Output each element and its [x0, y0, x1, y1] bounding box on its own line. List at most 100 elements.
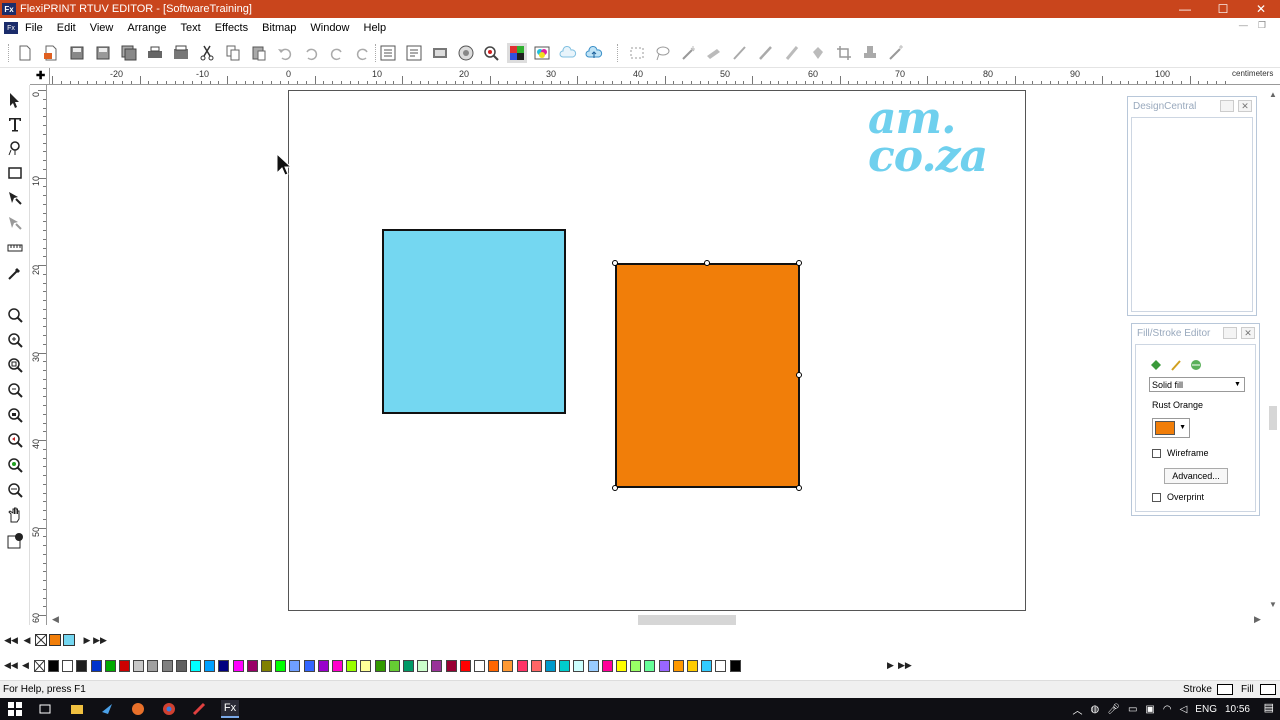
selection-handle-bottom-left[interactable] — [612, 485, 618, 491]
hand-tool-icon[interactable] — [5, 505, 25, 525]
palette-swatch[interactable] — [630, 660, 642, 672]
zoom-object-icon[interactable] — [5, 405, 25, 425]
save-icon[interactable] — [67, 43, 87, 63]
rectangle-tool-icon[interactable] — [5, 163, 25, 183]
palette-swatch[interactable] — [360, 660, 372, 672]
palette-swatch[interactable] — [403, 660, 414, 672]
palette-swatch[interactable] — [119, 660, 130, 672]
import-icon[interactable] — [378, 43, 398, 63]
shape-tool-icon[interactable] — [5, 138, 25, 158]
checkbox-box[interactable] — [1152, 448, 1161, 458]
menu-effects[interactable]: Effects — [208, 22, 255, 34]
text-tool-icon[interactable] — [5, 114, 25, 134]
color-picker-tool-icon[interactable] — [5, 213, 25, 233]
tray-battery-icon[interactable]: ▭ — [1128, 704, 1137, 715]
palette-swatch[interactable] — [133, 660, 145, 672]
cloud-icon[interactable] — [558, 43, 578, 63]
selection-handle-top-left[interactable] — [612, 260, 618, 266]
palette-swatch[interactable] — [147, 660, 159, 672]
rgb-icon[interactable] — [507, 43, 527, 63]
palette-swatch[interactable] — [516, 660, 528, 672]
orange-rectangle-selected[interactable] — [615, 263, 800, 488]
wireframe-checkbox[interactable]: Wireframe — [1152, 448, 1209, 458]
zoom-page-icon[interactable] — [5, 355, 25, 375]
undo-list-icon[interactable] — [301, 43, 321, 63]
paste-icon[interactable] — [249, 43, 269, 63]
tray-mic-icon[interactable]: 🎤︎ — [1107, 704, 1120, 715]
open-icon[interactable] — [41, 43, 61, 63]
panel-minimize-button[interactable] — [1220, 100, 1234, 112]
palette-swatch[interactable] — [573, 660, 585, 672]
palette-swatch[interactable] — [90, 660, 102, 672]
vertical-scroll-thumb[interactable] — [1269, 406, 1277, 430]
brush-icon[interactable] — [782, 43, 802, 63]
palette-swatch[interactable] — [729, 660, 741, 672]
measure-tool-icon[interactable] — [5, 238, 25, 258]
horizontal-scroll-thumb[interactable] — [638, 615, 736, 625]
fill-bucket-icon[interactable] — [1148, 357, 1164, 373]
fill-swatch-tool-icon[interactable] — [5, 531, 25, 551]
stroke-swatch[interactable] — [1217, 684, 1233, 695]
transparency-icon[interactable] — [1188, 357, 1204, 373]
panel-close-button[interactable]: ✕ — [1241, 327, 1255, 339]
pen-icon[interactable] — [730, 43, 750, 63]
panel-minimize-button[interactable] — [1223, 327, 1237, 339]
minimize-button[interactable]: — — [1166, 0, 1204, 18]
palette-next-icon[interactable]: ▶ — [887, 660, 894, 671]
palette-swatch[interactable] — [687, 660, 698, 672]
vertical-scrollbar[interactable]: ▲ ▼ — [1266, 86, 1280, 612]
next-page-icon[interactable]: ▶ — [80, 633, 94, 647]
save-as-icon[interactable] — [93, 43, 113, 63]
scroll-right-icon[interactable]: ▶ — [1254, 614, 1261, 625]
palette-swatch[interactable] — [388, 660, 400, 672]
ruler-origin-corner[interactable]: ✚ — [30, 68, 50, 85]
wand-effect-icon[interactable] — [886, 43, 906, 63]
pencil-icon[interactable] — [756, 43, 776, 63]
palette-swatch[interactable] — [701, 660, 713, 672]
palette-swatch[interactable] — [715, 660, 727, 672]
new-icon[interactable] — [15, 43, 35, 63]
palette-swatch[interactable] — [417, 660, 429, 672]
stroke-pen-icon[interactable] — [1168, 357, 1184, 373]
horizontal-ruler[interactable]: -20 -10 0 10 20 30 40 50 60 70 80 90 100… — [50, 68, 1280, 85]
scroll-down-icon[interactable]: ▼ — [1269, 600, 1277, 609]
palette-swatch[interactable] — [502, 660, 514, 672]
tray-volume-icon[interactable]: ◁ — [1180, 704, 1188, 715]
palette-swatch[interactable] — [488, 660, 500, 672]
palette-swatch[interactable] — [317, 660, 329, 672]
cloud-upload-icon[interactable] — [584, 43, 604, 63]
last-page-icon[interactable]: ▶▶ — [93, 633, 107, 647]
fill-tool-icon[interactable] — [5, 188, 25, 208]
menu-view[interactable]: View — [83, 22, 121, 34]
task-view-icon[interactable] — [36, 700, 54, 718]
zoom-in-icon[interactable] — [5, 330, 25, 350]
copy-icon[interactable] — [223, 43, 243, 63]
palette-swatch[interactable] — [246, 660, 258, 672]
cmyk-icon[interactable] — [532, 43, 552, 63]
panel-header[interactable]: Fill/Stroke Editor ✕ — [1132, 324, 1259, 342]
blue-rectangle[interactable] — [382, 229, 566, 414]
magic-wand-icon[interactable] — [679, 43, 699, 63]
palette-swatch[interactable] — [474, 660, 485, 672]
palette-swatch[interactable] — [672, 660, 684, 672]
fill-color-picker[interactable]: ▼ — [1152, 418, 1190, 438]
palette-swatch[interactable] — [175, 660, 187, 672]
selection-handle-bottom-right[interactable] — [796, 485, 802, 491]
scroll-up-icon[interactable]: ▲ — [1269, 90, 1277, 99]
palette-swatch[interactable] — [346, 660, 358, 672]
palette-swatch[interactable] — [530, 660, 542, 672]
menu-edit[interactable]: Edit — [50, 22, 83, 34]
marquee-select-icon[interactable] — [627, 43, 647, 63]
mdi-restore-button[interactable]: ❐ — [1258, 20, 1266, 31]
redo-list-icon[interactable] — [353, 43, 373, 63]
page-swatch-blue[interactable] — [63, 634, 75, 646]
fill-type-select[interactable]: Solid fill ▼ — [1149, 377, 1245, 392]
start-icon[interactable] — [6, 700, 24, 718]
palette-swatch[interactable] — [431, 660, 443, 672]
redo-icon[interactable] — [327, 43, 347, 63]
eraser-icon[interactable] — [808, 43, 828, 63]
palette-swatch[interactable] — [545, 660, 556, 672]
palette-swatch[interactable] — [303, 660, 315, 672]
save-all-icon[interactable] — [119, 43, 139, 63]
menu-file[interactable]: File — [18, 22, 50, 34]
